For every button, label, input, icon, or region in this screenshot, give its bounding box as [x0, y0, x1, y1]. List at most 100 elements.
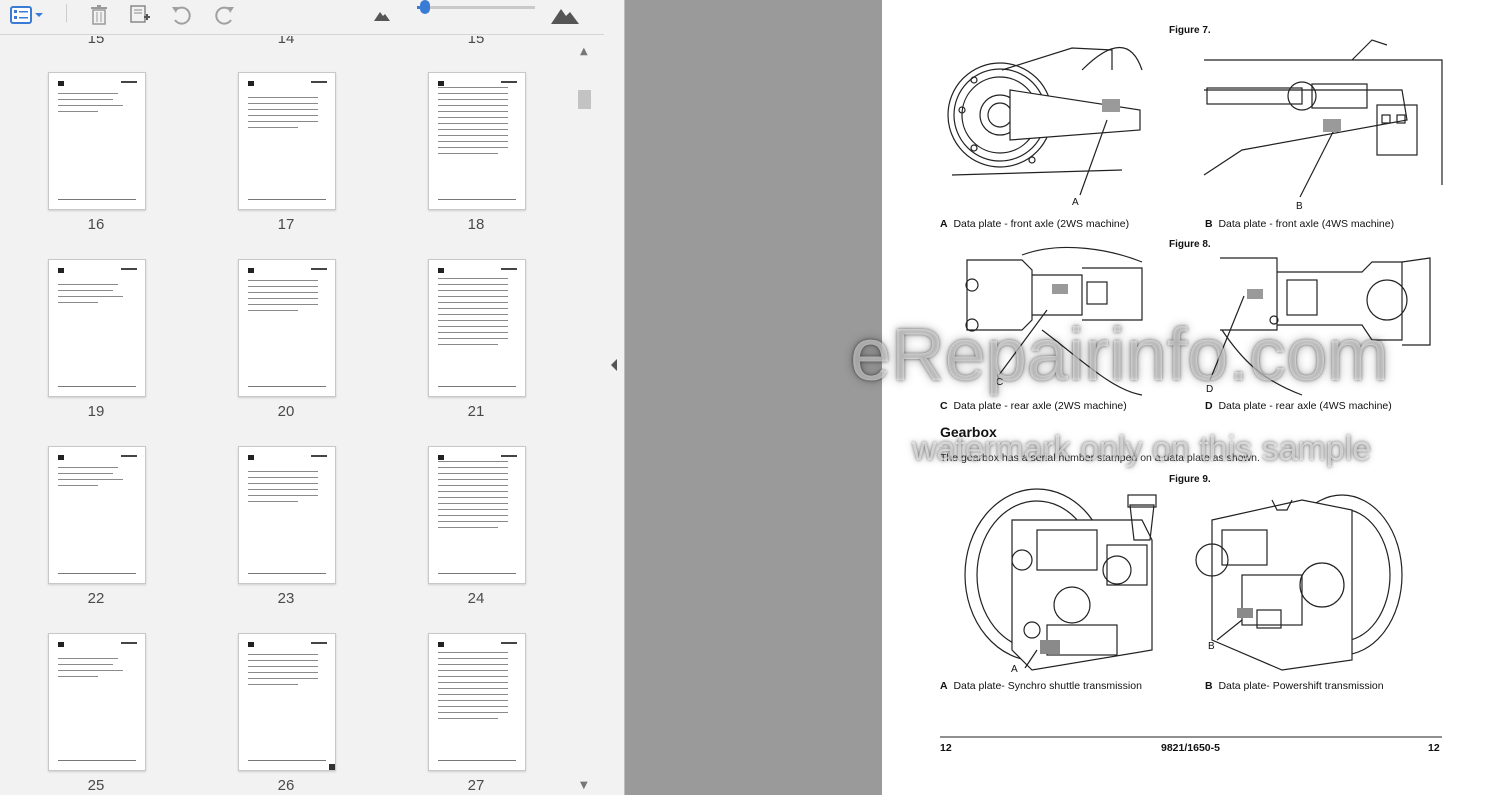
- thumbnail-page-number[interactable]: 27: [428, 777, 524, 794]
- page-thumbnail[interactable]: [428, 72, 526, 210]
- callout-a: A: [1011, 664, 1018, 675]
- thumbnail-text-line: [438, 332, 508, 333]
- collapse-left-icon[interactable]: [609, 358, 619, 372]
- thumbnail-text-line: [438, 670, 508, 671]
- thumbnail-logo: [438, 81, 444, 86]
- thumbnail-text-line: [248, 310, 298, 311]
- thumbnail-scrollbar[interactable]: ▲ ▼: [576, 40, 593, 795]
- thumbnail-page-number[interactable]: 16: [48, 216, 144, 233]
- thumbnail-text-line: [58, 670, 123, 671]
- thumbnail-header: [501, 268, 517, 270]
- thumbnail-logo: [248, 81, 254, 86]
- data-plate-front-axle-4ws: [1323, 119, 1341, 132]
- thumbnail-text-line: [248, 501, 298, 502]
- thumbnail-text-line: [438, 676, 508, 677]
- thumbnail-header: [121, 268, 137, 270]
- figure-8-title: Figure 8.: [1169, 239, 1211, 250]
- watermark-sub: watermark only on this sample: [912, 430, 1372, 468]
- page-thumbnail[interactable]: [428, 633, 526, 771]
- thumbnail-text-line: [248, 280, 318, 281]
- caption-key: D: [1205, 400, 1213, 412]
- page-thumbnail[interactable]: [238, 259, 336, 397]
- thumbnail-text-line: [438, 473, 508, 474]
- watermark-main: eRepairinfo.com: [850, 313, 1389, 396]
- scroll-down-arrow-icon[interactable]: ▼: [580, 780, 588, 791]
- chevron-down-icon[interactable]: [34, 11, 44, 19]
- thumbnail-logo: [58, 642, 64, 647]
- rotate-clockwise-button[interactable]: [210, 2, 238, 28]
- thumbnail-page-number[interactable]: 17: [238, 216, 334, 233]
- thumbnail-page-number[interactable]: 19: [48, 403, 144, 420]
- front-axle-4ws-drawing: [1203, 39, 1443, 198]
- page-thumbnail[interactable]: [428, 259, 526, 397]
- thumbnail-logo: [58, 455, 64, 460]
- page-thumbnail[interactable]: [48, 259, 146, 397]
- trash-icon: [91, 5, 107, 25]
- thumbnail-page-number[interactable]: 24: [428, 590, 524, 607]
- thumbnail-text-line: [438, 712, 508, 713]
- zoom-slider[interactable]: [417, 0, 535, 14]
- thumbnail-page-number[interactable]: 20: [238, 403, 334, 420]
- thumbnail-text-line: [438, 718, 498, 719]
- thumbnail-page-number[interactable]: 25: [48, 777, 144, 794]
- delete-page-button[interactable]: [86, 2, 112, 28]
- rotate-counterclockwise-button[interactable]: [168, 2, 196, 28]
- page-thumbnail[interactable]: [238, 72, 336, 210]
- thumbnail-text-line: [58, 676, 98, 677]
- thumbnail-text-line: [438, 688, 508, 689]
- page-thumbnail[interactable]: [48, 633, 146, 771]
- thumbnail-text-line: [58, 467, 118, 468]
- zoom-in-button[interactable]: [548, 2, 582, 28]
- page-thumbnail[interactable]: [428, 446, 526, 584]
- thumbnail-footer: [58, 760, 136, 761]
- panel-collapse-bar[interactable]: [604, 0, 625, 795]
- page-thumbnail[interactable]: [48, 446, 146, 584]
- thumbnail-page-number[interactable]: 23: [238, 590, 334, 607]
- thumbnail-view-button[interactable]: [10, 2, 44, 28]
- thumbnail-text-line: [58, 479, 123, 480]
- thumbnail-header: [121, 81, 137, 83]
- caption-text: Data plate- Powershift transmission: [1218, 680, 1384, 692]
- thumbnail-header: [311, 268, 327, 270]
- thumbnail-text-line: [248, 115, 318, 116]
- thumbnail-text-line: [58, 302, 98, 303]
- zoom-slider-handle[interactable]: [420, 0, 431, 14]
- thumbnail-header: [121, 455, 137, 457]
- thumbnail-label-partial: 14: [277, 36, 295, 47]
- data-plate-rear-axle-2ws: [1052, 284, 1068, 294]
- thumbnail-page-number[interactable]: 21: [428, 403, 524, 420]
- page-thumbnail[interactable]: [238, 633, 336, 771]
- thumbnail-footer: [58, 386, 136, 387]
- thumbnail-page-number[interactable]: 26: [238, 777, 334, 794]
- caption-key: B: [1205, 218, 1213, 230]
- callout-a: A: [1072, 197, 1079, 208]
- thumbnail-text-line: [438, 497, 508, 498]
- large-mountain-icon: [551, 9, 579, 24]
- thumbnail-text-line: [438, 141, 508, 142]
- thumbnail-view-icon: [10, 6, 32, 24]
- thumbnail-page-number[interactable]: 18: [428, 216, 524, 233]
- thumbnail-footer: [248, 386, 326, 387]
- figure-7-title: Figure 7.: [1169, 25, 1211, 36]
- data-plate-powershift: [1237, 608, 1253, 618]
- thumbnail-text-line: [438, 117, 508, 118]
- thumbnail-text-line: [438, 147, 508, 148]
- zoom-out-button[interactable]: [370, 2, 394, 28]
- page-thumbnail[interactable]: [48, 72, 146, 210]
- thumbnail-text-line: [438, 461, 508, 462]
- thumbnail-footer: [248, 573, 326, 574]
- thumbnail-page-number[interactable]: 22: [48, 590, 144, 607]
- caption-text: Data plate - front axle (2WS machine): [953, 218, 1130, 230]
- page-thumbnail[interactable]: [238, 446, 336, 584]
- insert-page-button[interactable]: [128, 2, 154, 28]
- thumbnail-selected-marker: [329, 764, 335, 770]
- callout-b: B: [1208, 641, 1215, 652]
- thumbnail-text-line: [438, 320, 508, 321]
- thumbnail-label-partial: 15: [87, 36, 105, 47]
- thumbnail-text-line: [248, 103, 318, 104]
- thumbnail-scrollbar-thumb[interactable]: [578, 90, 591, 109]
- figure-8-caption-c: C Data plate - rear axle (2WS machine): [940, 400, 1127, 412]
- thumbnail-text-line: [248, 483, 318, 484]
- callout-b: B: [1296, 201, 1303, 212]
- scroll-up-arrow-icon[interactable]: ▲: [580, 46, 588, 57]
